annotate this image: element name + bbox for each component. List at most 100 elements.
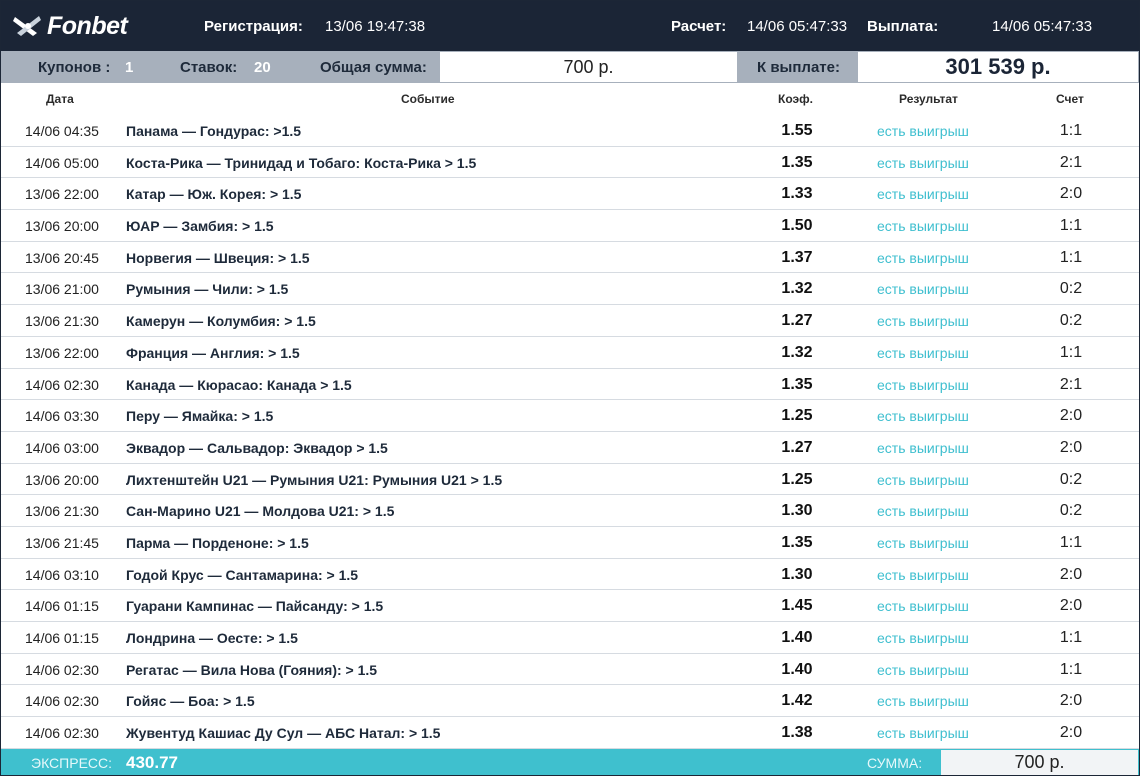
row-result: есть выигрыш xyxy=(877,154,969,171)
total-label: Общая сумма: xyxy=(320,59,427,76)
row-result: есть выигрыш xyxy=(877,281,969,298)
payout-amount: 301 539 р. xyxy=(945,54,1051,79)
row-result: есть выигрыш xyxy=(877,313,969,330)
registration-label: Регистрация: xyxy=(204,18,303,35)
row-date: 13/06 22:00 xyxy=(25,344,99,361)
payout-date-label: Выплата: xyxy=(867,18,939,35)
row-coef: 1.35 xyxy=(781,533,813,551)
row-coef: 1.50 xyxy=(781,217,813,235)
fonbet-logo-icon xyxy=(13,14,43,38)
row-result: есть выигрыш xyxy=(877,503,969,520)
footer-bar: ЭКСПРЕСС: 430.77 СУММА: 700 р. xyxy=(1,749,1139,775)
row-date: 14/06 01:15 xyxy=(25,598,99,615)
table-row: 13/06 20:00 Лихтенштейн U21 — Румыния U21… xyxy=(1,464,1139,496)
table-row: 14/06 01:15 Гуарани Кампинас — Пайсанду: … xyxy=(1,590,1139,622)
row-result: есть выигрыш xyxy=(877,693,969,710)
row-date: 14/06 03:10 xyxy=(25,566,99,583)
express-odds: 430.77 xyxy=(126,753,178,772)
row-result: есть выигрыш xyxy=(877,218,969,235)
table-row: 13/06 22:00 Франция — Англия: > 1.5 1.32 ес… xyxy=(1,337,1139,369)
row-date: 13/06 21:30 xyxy=(25,503,99,520)
settlement-value: 14/06 05:47:33 xyxy=(747,18,848,35)
table-row: 14/06 02:30 Канада — Кюрасао: Канада > 1.… xyxy=(1,369,1139,401)
row-event: Панама — Гондурас: >1.5 xyxy=(126,123,302,139)
row-coef: 1.30 xyxy=(781,502,813,520)
row-result: есть выигрыш xyxy=(877,725,969,742)
bets-table: 14/06 04:35 Панама — Гондурас: >1.5 1.55 ес… xyxy=(1,115,1139,749)
row-score: 2:0 xyxy=(1059,692,1083,710)
row-event: Сан-Марино U21 — Молдова U21: > 1.5 xyxy=(126,503,395,520)
table-row: 13/06 21:30 Камерун — Колумбия: > 1.5 1.27… xyxy=(1,305,1139,337)
row-event: ЮАР — Замбия: > 1.5 xyxy=(126,218,274,235)
row-result: есть выигрыш xyxy=(877,186,969,203)
table-row: 14/06 03:10 Годой Крус — Сантамарина: > 1… xyxy=(1,559,1139,591)
row-score: 2:0 xyxy=(1059,724,1083,742)
row-date: 13/06 20:45 xyxy=(25,249,99,266)
total-amount: 700 р. xyxy=(563,56,614,77)
row-event: Лихтенштейн U21 — Румыния U21: Румыния U… xyxy=(126,471,503,488)
row-coef: 1.40 xyxy=(781,629,813,646)
logo-text: Fonbet xyxy=(47,11,128,40)
row-event: Парма — Порденоне: > 1.5 xyxy=(126,534,309,551)
table-row: 13/06 21:00 Румыния — Чили: > 1.5 1.32 есть… xyxy=(1,273,1139,306)
row-coef: 1.27 xyxy=(781,312,813,330)
row-result: есть выигрыш xyxy=(877,630,969,646)
row-date: 14/06 02:30 xyxy=(25,725,99,742)
row-coef: 1.55 xyxy=(781,122,813,139)
row-score: 0:2 xyxy=(1059,312,1083,330)
row-result: есть выигрыш xyxy=(877,598,969,615)
row-date: 14/06 02:30 xyxy=(25,661,99,678)
row-coef: 1.25 xyxy=(781,407,813,425)
col-coef: Коэф. xyxy=(778,92,813,106)
table-row: 13/06 22:00 Катар — Юж. Корея: > 1.5 1.33 е… xyxy=(1,178,1139,211)
row-score: 1:1 xyxy=(1059,248,1083,266)
row-coef: 1.40 xyxy=(781,660,813,678)
row-result: есть выигрыш xyxy=(877,123,969,139)
row-coef: 1.32 xyxy=(781,280,813,298)
row-date: 14/06 05:00 xyxy=(25,154,99,171)
table-row: 14/06 04:35 Панама — Гондурас: >1.5 1.55 ес… xyxy=(1,115,1139,147)
row-result: есть выигрыш xyxy=(877,249,969,266)
row-coef: 1.35 xyxy=(781,375,813,393)
bets-label: Ставок: xyxy=(180,59,238,76)
row-result: есть выигрыш xyxy=(877,408,969,425)
row-result: есть выигрыш xyxy=(877,376,969,393)
table-row: 13/06 20:00 ЮАР — Замбия: > 1.5 1.50 есть в… xyxy=(1,210,1139,242)
sum-label: СУММА: xyxy=(867,755,923,771)
payout-date-value: 14/06 05:47:33 xyxy=(992,18,1093,35)
to-payout-label: К выплате: xyxy=(757,59,840,76)
col-event: Событие xyxy=(401,92,455,106)
payout-amount-box: 301 539 р. xyxy=(858,52,1138,82)
coupons-label: Купонов : xyxy=(38,59,111,76)
row-event: Норвегия — Швеция: > 1.5 xyxy=(126,249,310,266)
row-date: 13/06 20:00 xyxy=(25,218,99,235)
registration-value: 13/06 19:47:38 xyxy=(325,18,426,35)
row-event: Жувентуд Кашиас Ду Сул — АБС Натал: > 1.… xyxy=(126,725,441,742)
total-amount-box: 700 р. xyxy=(440,52,737,82)
row-score: 1:1 xyxy=(1059,343,1083,361)
col-result: Результат xyxy=(899,92,958,106)
table-row: 13/06 20:45 Норвегия — Швеция: > 1.5 1.37 е… xyxy=(1,242,1139,274)
row-date: 13/06 21:00 xyxy=(25,281,99,298)
table-row: 14/06 05:00 Коста-Рика — Тринидад и Тобаг… xyxy=(1,147,1139,179)
row-score: 2:0 xyxy=(1059,565,1083,583)
col-date: Дата xyxy=(46,92,74,106)
table-row: 14/06 01:15 Лондрина — Оесте: > 1.5 1.40 ес… xyxy=(1,622,1139,654)
row-score: 2:0 xyxy=(1059,597,1083,615)
row-event: Регатас — Вила Нова (Гояния): > 1.5 xyxy=(126,661,378,678)
express-label: ЭКСПРЕСС: xyxy=(31,755,113,771)
row-date: 13/06 20:00 xyxy=(25,471,99,488)
row-event: Канада — Кюрасао: Канада > 1.5 xyxy=(126,376,352,393)
coupon-frame: Fonbet Регистрация: 13/06 19:47:38 Расче… xyxy=(0,0,1140,776)
row-date: 14/06 04:35 xyxy=(25,123,99,139)
row-result: есть выигрыш xyxy=(877,344,969,361)
row-event: Гойяс — Боа: > 1.5 xyxy=(126,693,255,710)
row-event: Катар — Юж. Корея: > 1.5 xyxy=(126,186,302,203)
logo: Fonbet xyxy=(11,9,128,43)
row-result: есть выигрыш xyxy=(877,439,969,456)
row-score: 0:2 xyxy=(1059,470,1083,488)
header-bar: Fonbet Регистрация: 13/06 19:47:38 Расче… xyxy=(1,1,1139,51)
row-score: 2:0 xyxy=(1059,185,1083,203)
row-coef: 1.37 xyxy=(781,248,813,266)
row-score: 1:1 xyxy=(1059,122,1083,139)
